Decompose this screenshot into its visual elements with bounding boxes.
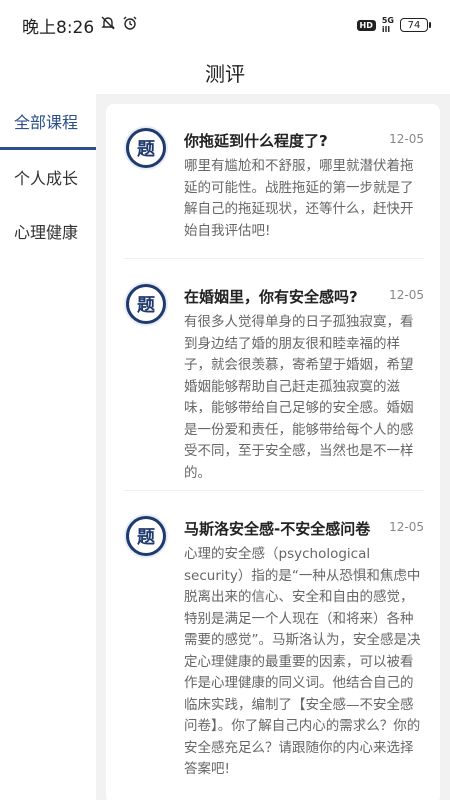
article-date: 12-05 [389,520,424,534]
article-list: 题 你拖延到什么程度了? 12-05 哪里有尴尬和不舒服，哪里就潜伏着拖延的可能… [106,104,440,800]
battery-level: 74 [407,19,421,31]
category-sidebar: 全部课程 个人成长 心理健康 [0,94,96,800]
article-date: 12-05 [389,132,424,146]
sidebar-item-label: 心理健康 [14,223,79,242]
avatar: 题 [124,514,168,558]
network-type: 5G [381,16,394,25]
divider [124,258,424,259]
divider [124,490,424,491]
list-item[interactable]: 题 在婚姻里，你有安全感吗? 12-05 有很多人觉得单身的日子孤独寂寞，看到身… [124,282,424,482]
article-title: 马斯洛安全感-不安全感问卷 [184,520,371,538]
page-title: 测评 [205,61,245,86]
page-header: 测评 [0,50,450,94]
status-left: 晚上8:26 [22,13,138,38]
avatar-logo: 题 [129,519,163,553]
article-description: 心理的安全感（psychological security）指的是“一种从恐惧和… [184,546,421,777]
mute-bell-icon [100,15,116,36]
article-title: 在婚姻里，你有安全感吗? [184,288,358,306]
hd-badge: HD [356,19,376,31]
signal-bars-icon: ill [381,25,391,34]
sidebar-item-all-courses[interactable]: 全部课程 [0,94,96,150]
sidebar-item-personal-growth[interactable]: 个人成长 [0,150,96,204]
status-bar: 晚上8:26 HD 5G ill 74 [0,0,450,50]
avatar: 题 [124,126,168,170]
sidebar-item-label: 全部课程 [14,112,79,132]
alarm-clock-icon [122,15,138,36]
status-time: 晚上8:26 [22,17,95,38]
list-item[interactable]: 题 马斯洛安全感-不安全感问卷 12-05 心理的安全感（psychologic… [124,514,424,777]
avatar: 题 [124,282,168,326]
article-description: 哪里有尴尬和不舒服，哪里就潜伏着拖延的可能性。战胜拖延的第一步就是了解自己的拖延… [184,158,414,239]
sidebar-item-mental-health[interactable]: 心理健康 [0,204,96,258]
network-indicator: 5G ill [382,16,394,34]
list-item[interactable]: 题 你拖延到什么程度了? 12-05 哪里有尴尬和不舒服，哪里就潜伏着拖延的可能… [124,126,424,246]
article-description: 有很多人觉得单身的日子孤独寂寞，看到身边结了婚的朋友很和睦幸福的样子，就会很羡慕… [184,314,414,481]
status-right: HD 5G ill 74 [356,16,431,34]
article-title: 你拖延到什么程度了? [184,132,328,150]
avatar-logo: 题 [129,287,163,321]
avatar-logo: 题 [129,131,163,165]
sidebar-item-label: 个人成长 [14,169,79,188]
article-date: 12-05 [389,288,424,302]
battery-icon: 74 [400,18,431,32]
